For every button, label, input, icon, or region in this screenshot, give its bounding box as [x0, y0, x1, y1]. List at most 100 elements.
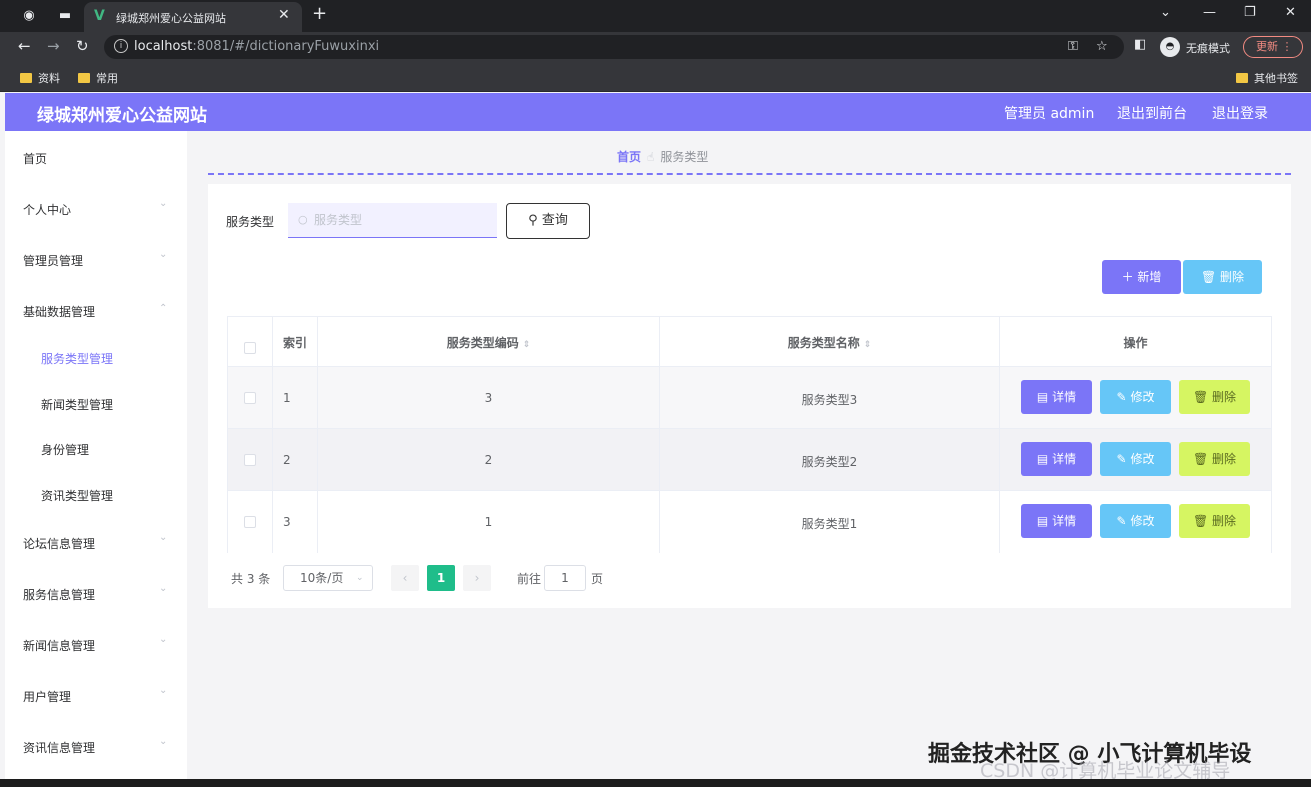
row-checkbox[interactable] — [244, 516, 256, 528]
update-button[interactable]: 更新 ⋮ — [1243, 36, 1303, 58]
folder-icon — [20, 73, 32, 83]
sidebar-item-personal[interactable]: 个人中心 ⌄ — [5, 184, 187, 230]
goto-page-input[interactable] — [544, 565, 586, 591]
pencil-icon: ✎ — [1116, 390, 1127, 404]
exit-to-front-link[interactable]: 退出到前台 — [1117, 103, 1187, 123]
plus-icon: ＋ — [1121, 270, 1134, 284]
bookmark-folder[interactable]: 常用 — [78, 70, 118, 86]
star-icon[interactable]: ☆ — [1096, 39, 1108, 54]
cell-name: 服务类型1 — [801, 517, 858, 531]
folder-icon — [1236, 73, 1248, 83]
search-icon: ○ — [298, 213, 308, 226]
admin-label[interactable]: 管理员 admin — [1004, 103, 1094, 123]
row-checkbox[interactable] — [244, 454, 256, 466]
sidebar-subitem-news-type[interactable]: 新闻类型管理 — [5, 382, 187, 422]
url-field[interactable]: i localhost:8081/#/dictionaryFuwuxinxi ⚿… — [104, 35, 1124, 59]
row-checkbox[interactable] — [244, 392, 256, 404]
sidebar-item-label: 资讯信息管理 — [23, 741, 96, 755]
query-button[interactable]: ⚲ 查询 — [506, 203, 590, 239]
document-icon: ▤ — [1036, 452, 1049, 466]
chevron-down-icon[interactable]: ⌄ — [1160, 5, 1171, 20]
key-icon[interactable]: ⚿ — [1068, 39, 1078, 54]
sidebar-item-home[interactable]: 首页 — [5, 133, 187, 179]
chevron-down-icon: ⌄ — [159, 198, 168, 209]
page-number-current[interactable]: 1 — [427, 565, 455, 591]
edit-button[interactable]: ✎ 修改 — [1100, 380, 1171, 414]
address-bar: ← → ↻ i localhost:8081/#/dictionaryFuwux… — [0, 32, 1311, 62]
search-input[interactable] — [288, 203, 497, 238]
sidebar-subitem-identity[interactable]: 身份管理 — [5, 427, 187, 467]
minimize-icon[interactable]: — — [1203, 5, 1216, 20]
sidebar-item-label: 新闻信息管理 — [23, 639, 96, 653]
delete-button[interactable]: 🗑 删除 — [1183, 260, 1262, 294]
vue-logo-icon: V — [94, 8, 105, 24]
pagination-total: 共 3 条 — [231, 572, 271, 586]
row-delete-button[interactable]: 🗑 删除 — [1179, 504, 1250, 538]
divider — [208, 173, 1291, 175]
info-icon[interactable]: i — [114, 39, 128, 53]
sidebar-item-label: 资讯类型管理 — [41, 489, 114, 503]
tab-strip-icon[interactable]: ▬ — [56, 7, 74, 25]
pencil-icon: ✎ — [1116, 452, 1127, 466]
globe-icon[interactable]: ◉ — [20, 7, 38, 25]
sidebar-item-service[interactable]: 服务信息管理 ⌄ — [5, 569, 187, 615]
sidebar-item-news[interactable]: 新闻信息管理 ⌄ — [5, 620, 187, 666]
chevron-down-icon: ⌄ — [159, 634, 168, 645]
column-header-index: 索引 — [283, 336, 308, 350]
cell-code: 2 — [484, 453, 493, 467]
add-button[interactable]: ＋ 新增 — [1102, 260, 1181, 294]
window-close-icon[interactable]: ✕ — [1285, 5, 1296, 20]
sidebar-item-label: 基础数据管理 — [23, 305, 96, 319]
incognito-icon[interactable]: ◓ — [1160, 37, 1180, 57]
sidebar-item-info[interactable]: 资讯信息管理 ⌄ — [5, 722, 187, 768]
column-header-ops: 操作 — [1123, 336, 1148, 350]
next-page-button[interactable]: › — [463, 565, 491, 591]
new-tab-icon[interactable]: + — [312, 3, 327, 24]
row-delete-button[interactable]: 🗑 删除 — [1179, 380, 1250, 414]
column-header-name[interactable]: 服务类型名称 ⇕ — [660, 334, 999, 351]
sidepanel-icon[interactable]: ◧ — [1134, 37, 1146, 52]
forward-icon[interactable]: → — [47, 37, 60, 55]
select-all-checkbox[interactable] — [244, 342, 256, 354]
sidebar-item-label: 首页 — [23, 152, 48, 166]
browser-tab-active[interactable]: V 绿城郑州爱心公益网站 ✕ — [84, 2, 302, 32]
page-size-select[interactable]: 10条/页 ⌄ — [283, 565, 373, 591]
logout-link[interactable]: 退出登录 — [1212, 103, 1268, 123]
sort-icon[interactable]: ⇕ — [864, 340, 872, 350]
sidebar-item-admins[interactable]: 管理员管理 ⌄ — [5, 235, 187, 281]
table-row: 1 3 服务类型3 ▤ 详情 ✎ 修改 🗑 删除 — [228, 367, 1271, 429]
sidebar-subitem-service-type[interactable]: 服务类型管理 — [5, 336, 187, 376]
close-icon[interactable]: ✕ — [278, 7, 290, 23]
hand-icon: ☝ — [647, 150, 655, 164]
breadcrumb-home[interactable]: 首页 — [617, 150, 641, 164]
sidebar-item-label: 身份管理 — [41, 443, 90, 457]
document-icon: ▤ — [1036, 390, 1049, 404]
cell-name: 服务类型3 — [801, 393, 858, 407]
bookmark-folder[interactable]: 资料 — [20, 70, 60, 86]
sort-icon[interactable]: ⇕ — [523, 340, 531, 350]
sidebar-item-users[interactable]: 用户管理 ⌄ — [5, 671, 187, 717]
prev-page-button[interactable]: ‹ — [391, 565, 419, 591]
cell-index: 2 — [283, 453, 291, 467]
row-delete-button[interactable]: 🗑 删除 — [1179, 442, 1250, 476]
detail-button[interactable]: ▤ 详情 — [1021, 442, 1092, 476]
trash-icon: 🗑 — [1192, 390, 1209, 404]
restore-icon[interactable]: ❐ — [1244, 5, 1256, 20]
table-header: 索引 服务类型编码 ⇕ 服务类型名称 ⇕ 操作 — [228, 317, 1271, 367]
sidebar-item-forum[interactable]: 论坛信息管理 ⌄ — [5, 518, 187, 564]
other-bookmarks[interactable]: 其他书签 — [1236, 70, 1298, 86]
sidebar-item-basic-data[interactable]: 基础数据管理 ⌃ — [5, 286, 187, 332]
detail-button[interactable]: ▤ 详情 — [1021, 504, 1092, 538]
detail-button[interactable]: ▤ 详情 — [1021, 380, 1092, 414]
table-row: 2 2 服务类型2 ▤ 详情 ✎ 修改 🗑 删除 — [228, 429, 1271, 491]
data-table: 索引 服务类型编码 ⇕ 服务类型名称 ⇕ 操作 1 3 服务类型3 ▤ 详情 ✎ 修… — [227, 316, 1272, 553]
sidebar-item-label: 用户管理 — [23, 690, 72, 704]
edit-button[interactable]: ✎ 修改 — [1100, 442, 1171, 476]
edit-button[interactable]: ✎ 修改 — [1100, 504, 1171, 538]
search-label: 服务类型 — [226, 215, 275, 229]
column-header-code[interactable]: 服务类型编码 ⇕ — [318, 334, 659, 351]
breadcrumb: 首页 ☝ 服务类型 — [617, 148, 708, 165]
sidebar-subitem-info-type[interactable]: 资讯类型管理 — [5, 473, 187, 513]
back-icon[interactable]: ← — [18, 37, 31, 55]
reload-icon[interactable]: ↻ — [76, 37, 89, 55]
